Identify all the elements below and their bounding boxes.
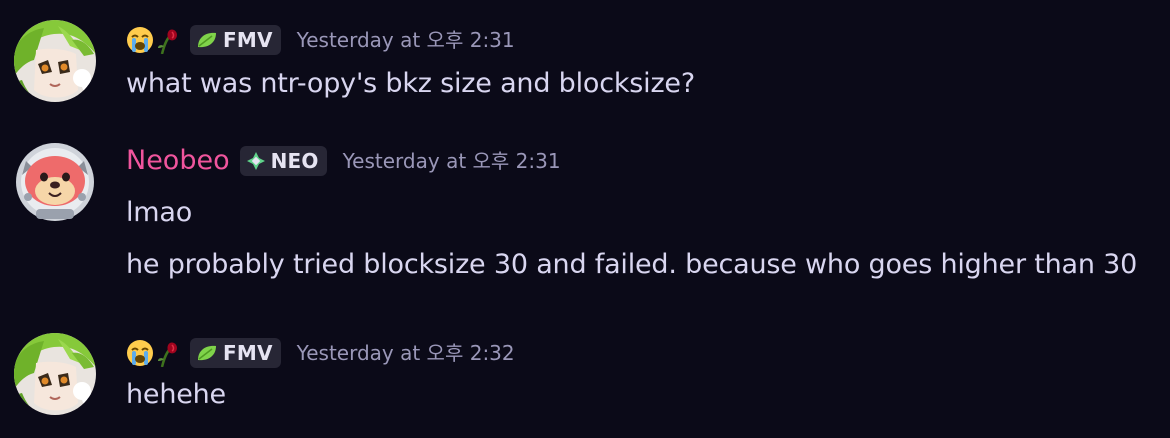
wilted-rose-icon bbox=[154, 339, 182, 367]
role-badge[interactable]: FMV bbox=[190, 25, 281, 55]
message-text: lmao bbox=[126, 197, 193, 228]
username[interactable]: Neobeo bbox=[126, 143, 230, 179]
leaf-icon bbox=[196, 31, 223, 49]
sparkle-diamond-icon bbox=[246, 151, 271, 171]
role-label: FMV bbox=[223, 341, 273, 365]
sob-emoji-icon bbox=[126, 26, 154, 54]
message-header: FMV Yesterday at 오후 2:32 bbox=[126, 335, 515, 371]
message-text: hehehe bbox=[126, 379, 226, 410]
message-text: what was ntr-opy's bkz size and blocksiz… bbox=[126, 68, 695, 99]
message-timestamp[interactable]: Yesterday at 오후 2:31 bbox=[297, 22, 515, 58]
user-avatar[interactable] bbox=[14, 333, 96, 415]
message-header: Neobeo NEO Yesterday at 오후 2:31 bbox=[126, 143, 561, 179]
leaf-icon bbox=[196, 344, 223, 362]
role-label: NEO bbox=[270, 149, 319, 173]
role-badge[interactable]: FMV bbox=[190, 338, 281, 368]
message-timestamp[interactable]: Yesterday at 오후 2:32 bbox=[297, 335, 515, 371]
sob-emoji-icon bbox=[126, 339, 154, 367]
author-emoji-group bbox=[126, 26, 182, 54]
message-timestamp[interactable]: Yesterday at 오후 2:31 bbox=[343, 143, 561, 179]
role-badge[interactable]: NEO bbox=[239, 146, 327, 176]
message-header: FMV Yesterday at 오후 2:31 bbox=[126, 22, 515, 58]
message-text: he probably tried blocksize 30 and faile… bbox=[126, 249, 1138, 280]
user-avatar[interactable] bbox=[14, 20, 96, 102]
author-emoji-group bbox=[126, 339, 182, 367]
wilted-rose-icon bbox=[154, 26, 182, 54]
user-avatar[interactable] bbox=[14, 141, 96, 223]
role-label: FMV bbox=[223, 28, 273, 52]
